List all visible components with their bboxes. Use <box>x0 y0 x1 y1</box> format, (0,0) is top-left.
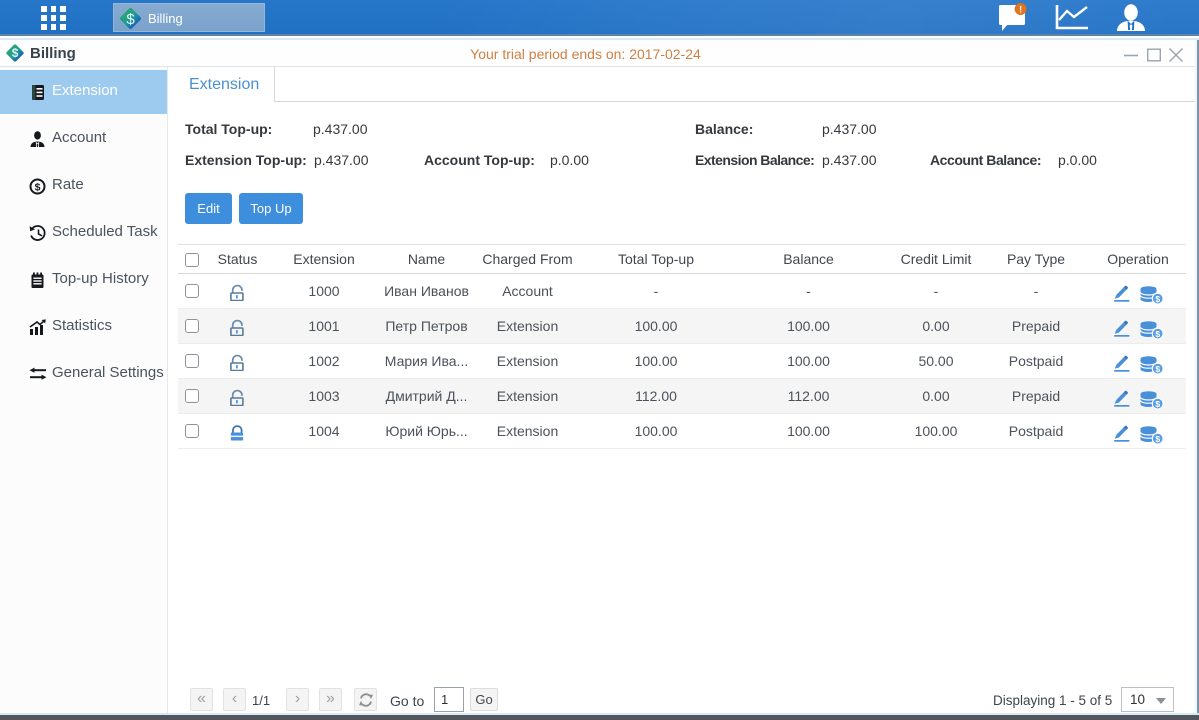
svg-text:$: $ <box>1155 294 1160 304</box>
svg-text:$: $ <box>126 11 135 28</box>
svg-text:$: $ <box>35 181 41 193</box>
svg-text:!: ! <box>1019 4 1022 14</box>
svg-text:$: $ <box>1155 434 1160 444</box>
svg-text:$: $ <box>1155 399 1160 409</box>
svg-text:$: $ <box>1155 329 1160 339</box>
svg-text:$: $ <box>1155 364 1160 374</box>
